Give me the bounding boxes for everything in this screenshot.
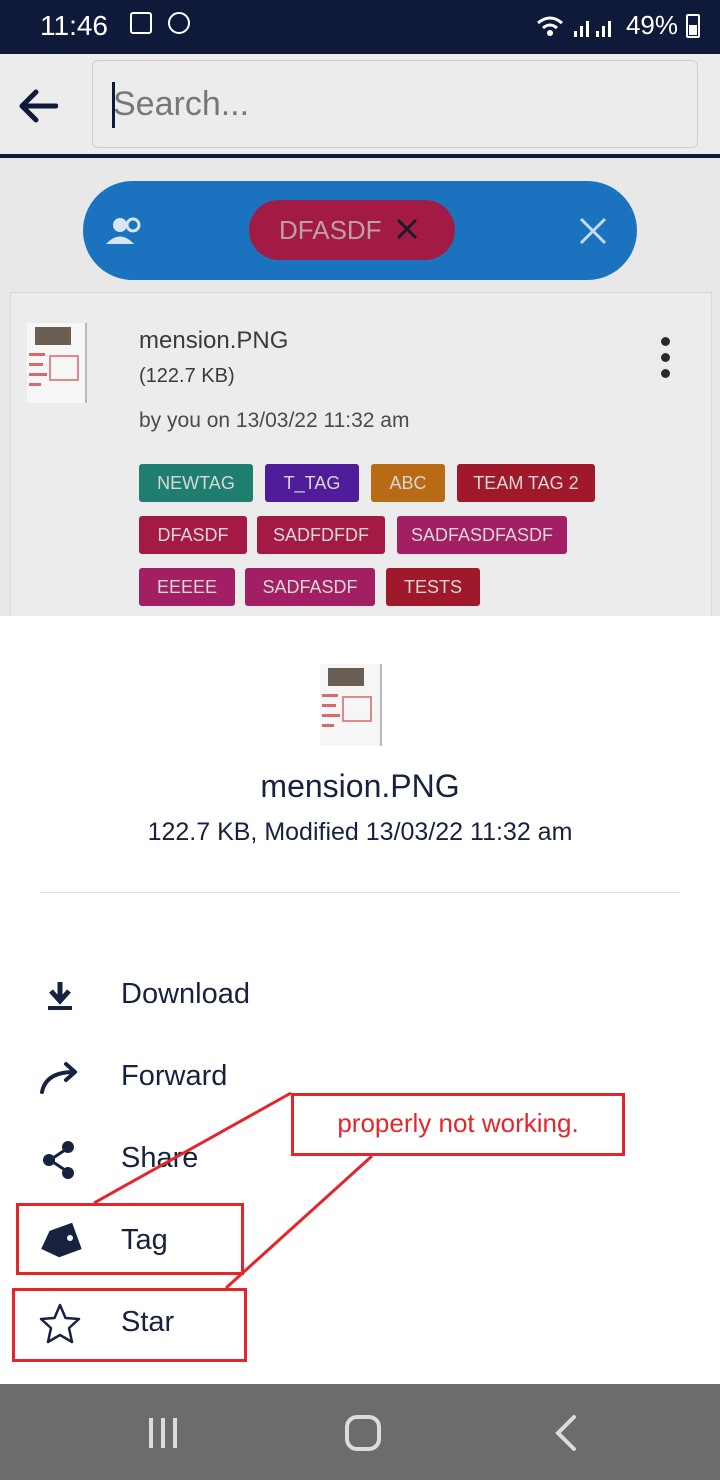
annotation-note: properly not working. [291,1093,625,1156]
annotation-box-tag [16,1203,244,1275]
system-nav-bar [0,1384,720,1480]
back-nav-icon[interactable] [554,1414,578,1452]
recent-apps-icon[interactable] [146,1416,180,1450]
home-icon[interactable] [344,1414,382,1452]
annotation-box-star [12,1288,247,1362]
